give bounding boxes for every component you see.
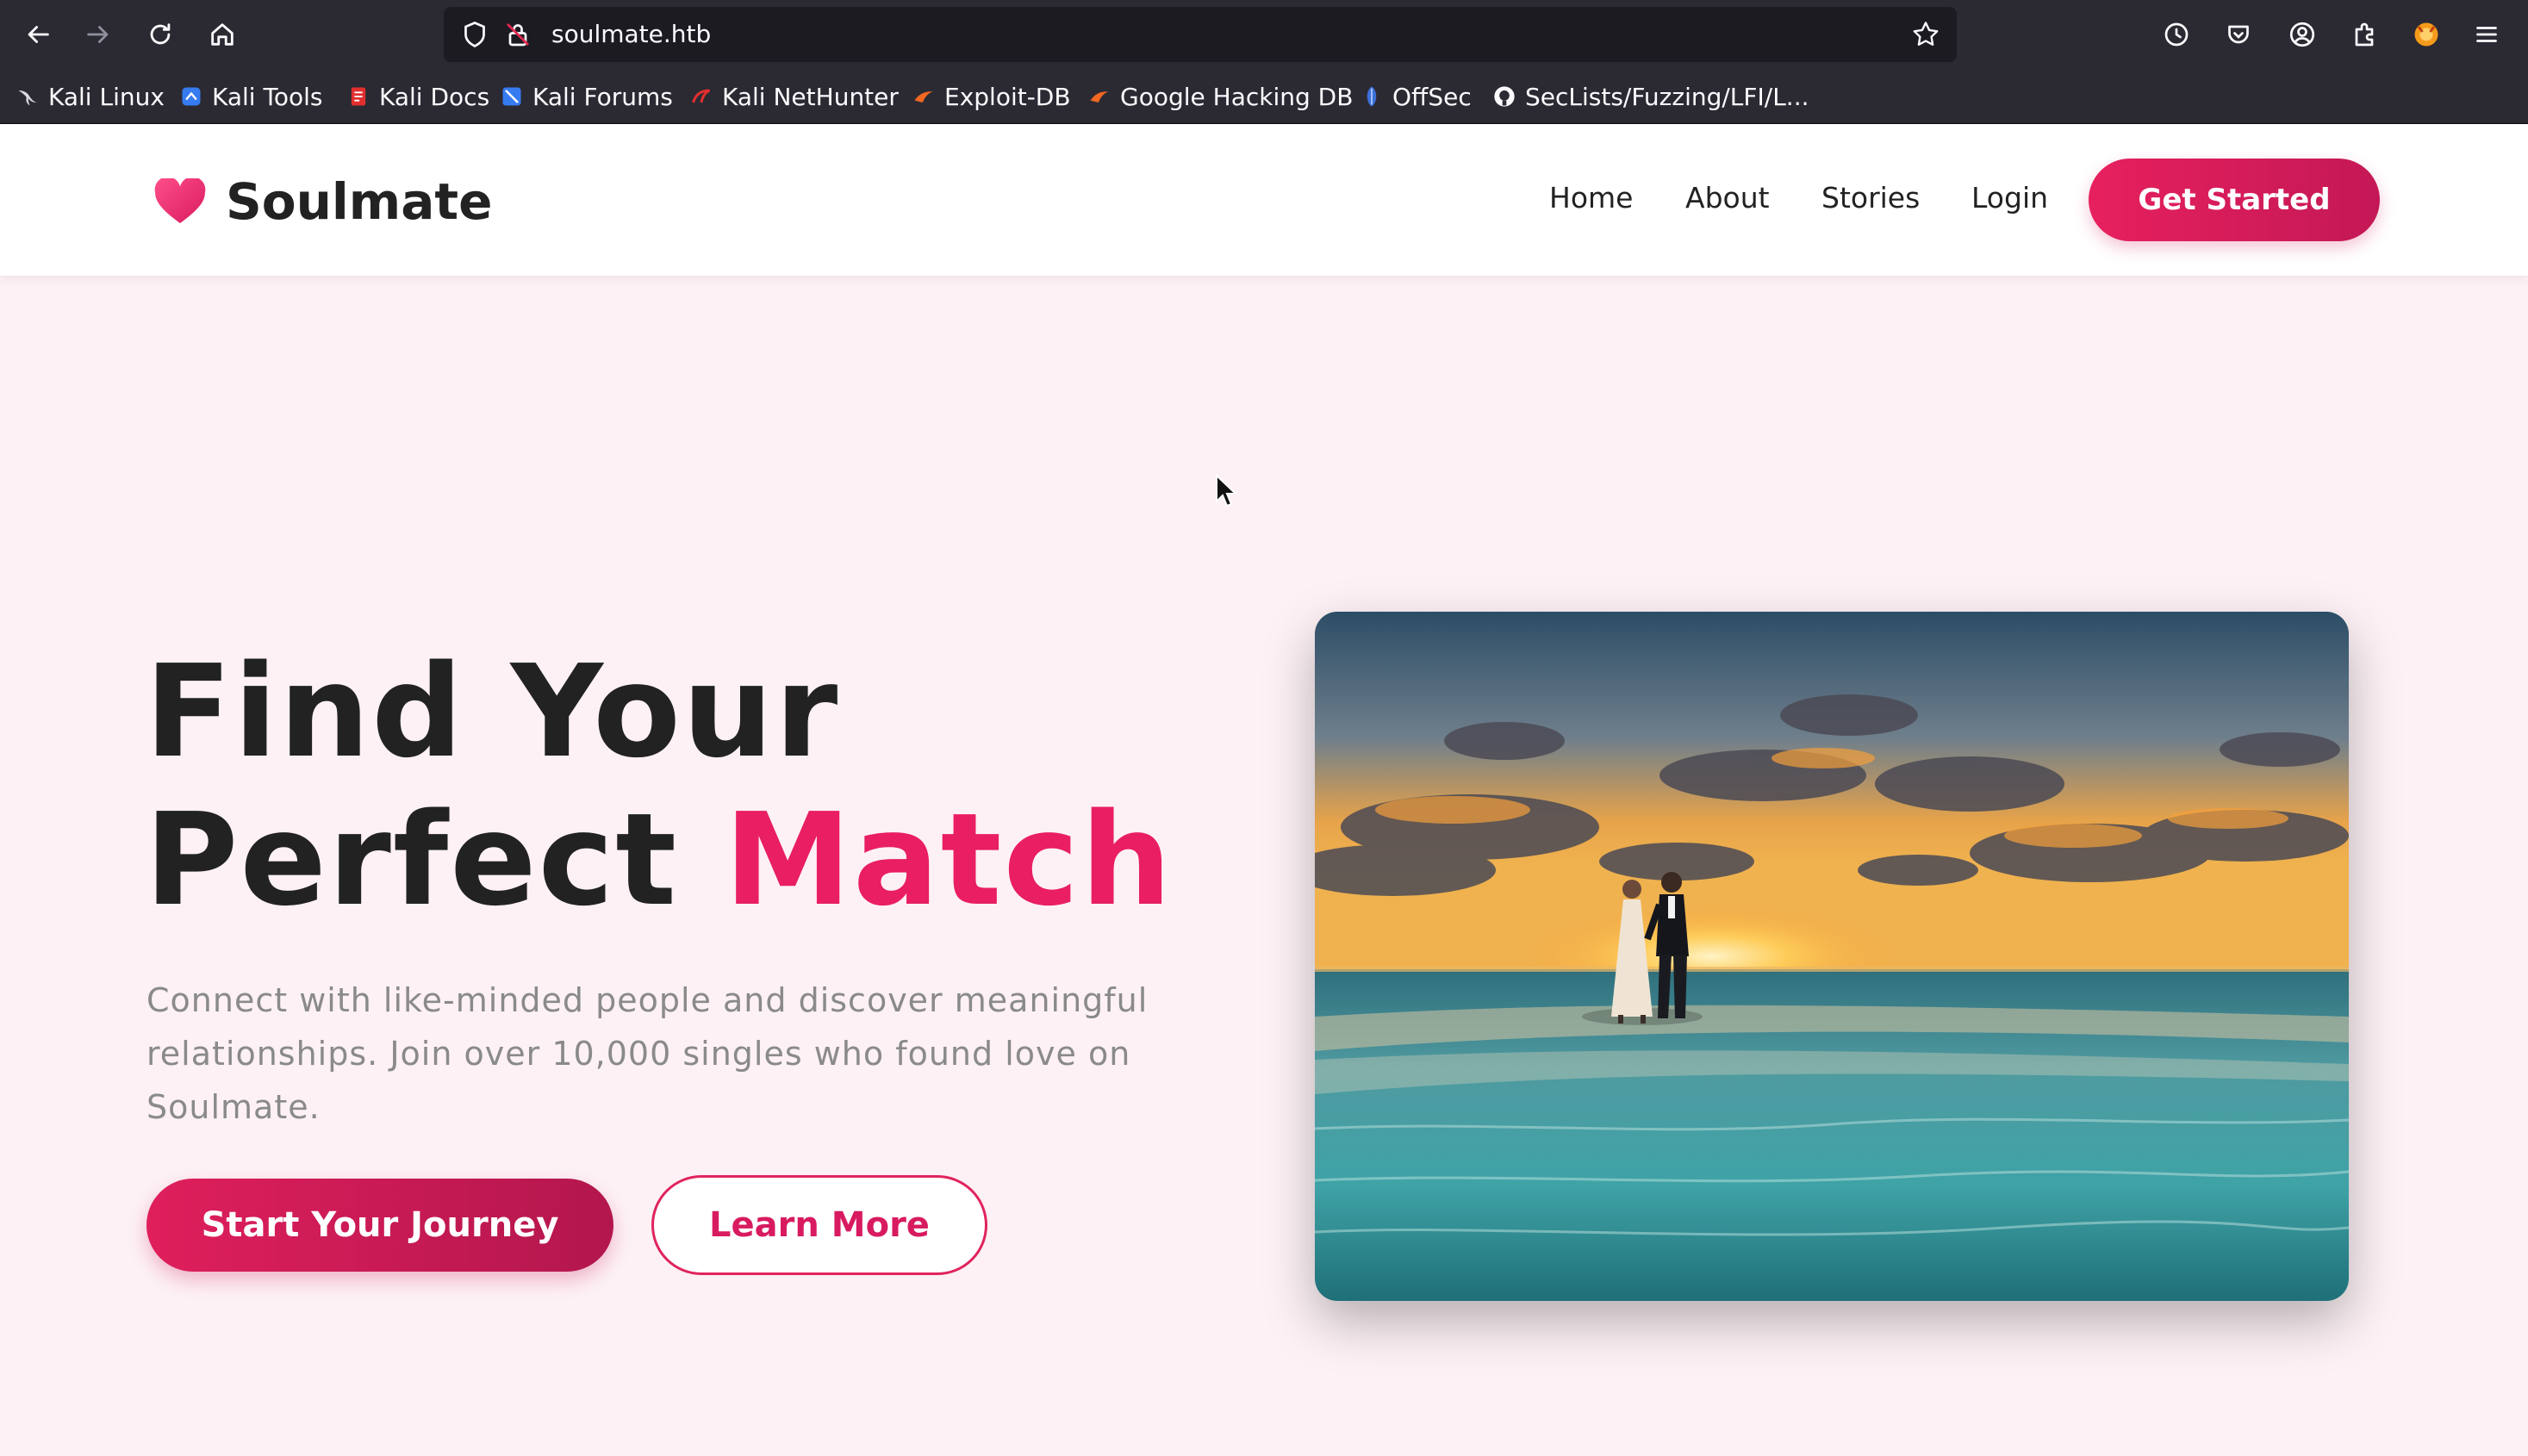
heart-icon <box>154 178 206 224</box>
brand-name: Soulmate <box>226 172 493 231</box>
bookmark-label: Kali NetHunter <box>722 82 899 111</box>
back-button[interactable] <box>19 16 57 53</box>
nav-home[interactable]: Home <box>1549 176 1633 221</box>
mouse-cursor-icon <box>1216 474 1237 507</box>
bookmark-label: OffSec <box>1392 82 1472 111</box>
reload-button[interactable] <box>141 16 179 53</box>
hero-title-line1: Find Your <box>145 638 840 786</box>
bookmark-label: Kali Forums <box>532 82 673 111</box>
kali-docs-icon <box>351 87 366 106</box>
nav-about[interactable]: About <box>1685 176 1770 221</box>
hero-couple-beach-image <box>1315 612 2349 1301</box>
forward-button[interactable] <box>79 16 117 53</box>
bookmarks-toolbar: Kali Linux Kali Tools Kali Docs Kali For… <box>0 69 2528 124</box>
bookmark-kali-nethunter[interactable]: Kali NetHunter <box>689 69 899 124</box>
hero-title-accent: Match <box>724 786 1174 934</box>
bookmark-label: Exploit-DB <box>944 82 1071 111</box>
exploit-db-icon <box>914 91 933 103</box>
bookmark-seclists[interactable]: SecLists/Fuzzing/LFI/L... <box>1492 69 1809 124</box>
reload-icon <box>150 23 171 45</box>
extensions-button[interactable] <box>2347 17 2382 52</box>
github-icon <box>1494 86 1515 107</box>
fox-avatar-icon <box>2414 22 2438 47</box>
bookmark-kali-forums[interactable]: Kali Forums <box>500 69 673 124</box>
shield-icon[interactable] <box>459 19 490 50</box>
home-button[interactable] <box>203 16 241 53</box>
bookmark-label: Kali Linux <box>48 82 165 111</box>
history-button[interactable] <box>2159 17 2194 52</box>
hero-title-line2: Perfect <box>145 786 725 934</box>
beach-sunset-illustration <box>1315 612 2349 1301</box>
lock-icon[interactable] <box>502 19 533 50</box>
kali-tools-icon <box>182 87 201 106</box>
bookmark-label: Google Hacking DB <box>1120 82 1354 111</box>
kali-dragon-icon <box>18 90 37 106</box>
app-menu-button[interactable] <box>2469 17 2504 52</box>
hamburger-menu-icon <box>2476 27 2497 42</box>
url-text[interactable]: soulmate.htb <box>551 7 711 62</box>
bookmark-label: Kali Docs <box>379 82 490 111</box>
puzzle-piece-icon <box>2355 22 2374 47</box>
bookmark-exploit-db[interactable]: Exploit-DB <box>912 69 1071 124</box>
kali-forums-icon <box>502 87 521 106</box>
bookmark-offsec[interactable]: OffSec <box>1360 69 1472 124</box>
bookmark-kali-tools[interactable]: Kali Tools <box>179 69 322 124</box>
forward-arrow-icon <box>87 26 109 43</box>
site-logo[interactable]: Soulmate <box>153 165 492 238</box>
nav-login[interactable]: Login <box>1971 176 2048 221</box>
history-icon <box>2164 22 2189 47</box>
site-header: Soulmate Home About Stories Login Get St… <box>0 124 2528 276</box>
bookmark-star-icon[interactable] <box>1910 19 1941 50</box>
profile-avatar-button[interactable] <box>2409 17 2444 52</box>
kali-nethunter-icon <box>692 89 711 103</box>
hero-title: Find Your Perfect Match <box>145 638 1265 934</box>
pocket-button[interactable] <box>2221 17 2256 52</box>
nav-stories[interactable]: Stories <box>1821 176 1920 221</box>
account-button[interactable] <box>2285 17 2319 52</box>
start-your-journey-button[interactable]: Start Your Journey <box>146 1179 613 1272</box>
bookmark-kali-docs[interactable]: Kali Docs <box>346 69 489 124</box>
get-started-button[interactable]: Get Started <box>2089 159 2380 241</box>
bookmark-google-hacking-db[interactable]: Google Hacking DB <box>1087 69 1353 124</box>
ghdb-icon <box>1090 91 1109 103</box>
bookmark-kali-linux[interactable]: Kali Linux <box>16 69 165 124</box>
hero-subtitle: Connect with like-minded people and disc… <box>146 981 1149 1126</box>
home-icon <box>211 23 233 46</box>
browser-toolbar: soulmate.htb <box>0 0 2528 69</box>
account-icon <box>2289 22 2315 47</box>
offsec-icon <box>1367 86 1377 107</box>
bookmark-label: SecLists/Fuzzing/LFI/L... <box>1525 82 1809 111</box>
back-arrow-icon <box>28 26 49 43</box>
pocket-icon <box>2228 25 2249 44</box>
bookmark-label: Kali Tools <box>212 82 323 111</box>
learn-more-button[interactable]: Learn More <box>651 1175 987 1275</box>
address-bar[interactable]: soulmate.htb <box>444 7 1957 62</box>
